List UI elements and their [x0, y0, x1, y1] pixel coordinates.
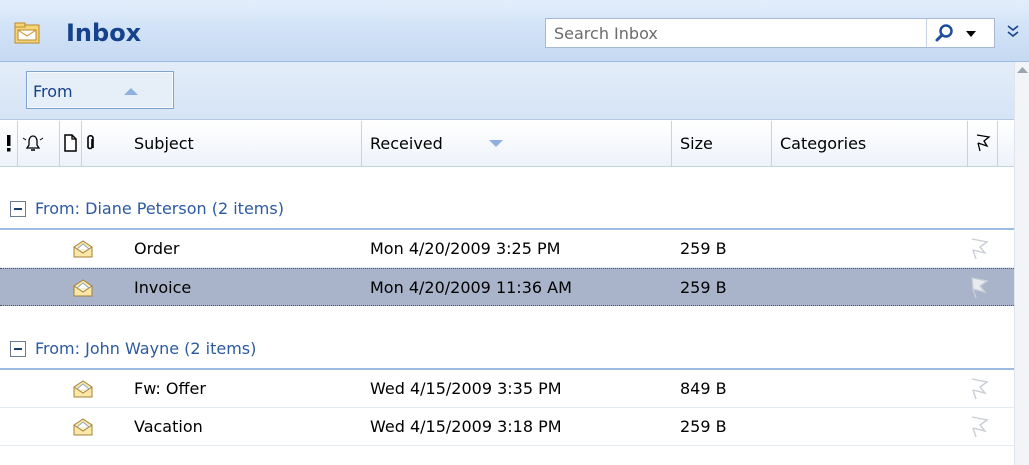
message-received: Mon 4/20/2009 3:25 PM: [370, 239, 561, 258]
importance-icon: [7, 135, 11, 152]
column-size-label: Size: [680, 134, 713, 153]
message-row-selected[interactable]: Invoice Mon 4/20/2009 11:36 AM 259 B: [0, 268, 1014, 306]
message-received: Wed 4/15/2009 3:35 PM: [370, 379, 562, 398]
flag-status-icon: [976, 134, 991, 152]
column-header-row: Subject Received Size Categories: [0, 121, 1014, 167]
column-subject[interactable]: Subject: [98, 121, 362, 167]
search-icon[interactable]: [934, 23, 954, 43]
read-envelope-icon: [73, 380, 93, 398]
page-title: Inbox: [66, 19, 142, 47]
search-options-dropdown-icon[interactable]: [964, 29, 978, 39]
arrange-by-label: From: [33, 82, 73, 101]
group-collapse-toggle[interactable]: [10, 341, 26, 357]
message-subject: Fw: Offer: [134, 379, 206, 398]
message-size: 259 B: [680, 239, 727, 258]
read-envelope-icon: [73, 418, 93, 436]
flag-icon[interactable]: [968, 415, 990, 439]
group-header[interactable]: From: John Wayne (2 items): [0, 330, 1014, 370]
message-row[interactable]: Order Mon 4/20/2009 3:25 PM 259 B: [0, 230, 1014, 268]
column-received[interactable]: Received: [362, 121, 672, 167]
column-reminder[interactable]: [18, 121, 60, 167]
column-received-label: Received: [370, 134, 443, 153]
search-divider: [926, 19, 927, 47]
reminder-icon: [22, 135, 44, 151]
message-received: Mon 4/20/2009 11:36 AM: [370, 278, 572, 297]
group-label: From: Diane Peterson (2 items): [35, 199, 284, 218]
group-label: From: John Wayne (2 items): [35, 339, 257, 358]
sort-ascending-icon: [124, 88, 138, 95]
message-row[interactable]: Fw: Offer Wed 4/15/2009 3:35 PM 849 B: [0, 370, 1014, 408]
message-size: 849 B: [680, 379, 727, 398]
item-type-icon: [64, 134, 77, 152]
message-size: 259 B: [680, 417, 727, 436]
group-header[interactable]: From: Diane Peterson (2 items): [0, 190, 1014, 230]
arrange-by-bar: From: [0, 62, 1029, 120]
search-box[interactable]: [545, 18, 995, 48]
read-envelope-icon: [73, 240, 93, 258]
inbox-title-bar: Inbox: [0, 0, 1029, 62]
expand-chevron-icon[interactable]: [1005, 22, 1021, 42]
column-size[interactable]: Size: [672, 121, 772, 167]
column-item-type[interactable]: [60, 121, 82, 167]
message-size: 259 B: [680, 278, 727, 297]
column-flag-status[interactable]: [968, 121, 998, 167]
column-categories-label: Categories: [780, 134, 867, 153]
vertical-scrollbar[interactable]: [1014, 62, 1029, 465]
flag-icon[interactable]: [968, 237, 990, 261]
message-row[interactable]: Vacation Wed 4/15/2009 3:18 PM 259 B: [0, 408, 1014, 446]
sort-descending-icon: [489, 140, 503, 147]
column-categories[interactable]: Categories: [772, 121, 968, 167]
arrange-by-from-button[interactable]: From: [26, 71, 174, 109]
group-collapse-toggle[interactable]: [10, 201, 26, 217]
search-input[interactable]: [546, 19, 921, 47]
message-received: Wed 4/15/2009 3:18 PM: [370, 417, 562, 436]
message-subject: Vacation: [134, 417, 203, 436]
message-subject: Order: [134, 239, 180, 258]
message-subject: Invoice: [134, 278, 192, 297]
column-importance[interactable]: [0, 121, 18, 167]
read-envelope-icon: [73, 279, 93, 297]
inbox-folder-icon: [14, 22, 40, 44]
flag-icon[interactable]: [968, 377, 990, 401]
flag-icon[interactable]: [968, 276, 990, 300]
scroll-up-arrow-icon[interactable]: [1017, 66, 1028, 74]
attachment-icon: [87, 134, 94, 150]
column-subject-label: Subject: [134, 134, 194, 153]
